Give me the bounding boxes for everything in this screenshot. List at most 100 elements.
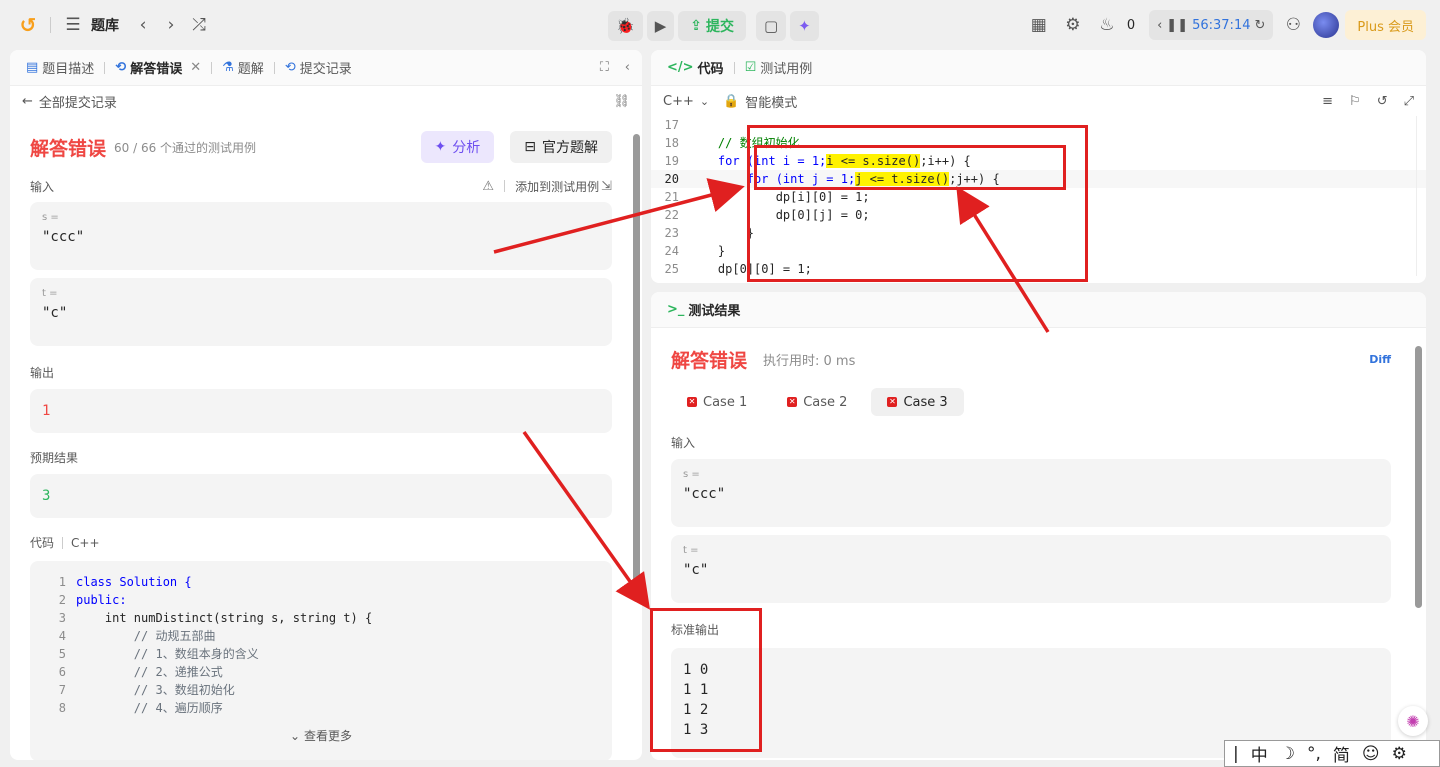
- shuffle-icon[interactable]: ⤮: [185, 11, 213, 39]
- streak-fire-icon[interactable]: ♨: [1093, 11, 1121, 39]
- plus-member-button[interactable]: Plus 会员: [1345, 10, 1426, 40]
- ai-brain-button[interactable]: ✺: [1398, 706, 1428, 736]
- code-line: 3 int numDistinct(string s, string t) {: [58, 611, 373, 625]
- terminal-icon: >_: [667, 302, 685, 317]
- mode-label[interactable]: 智能模式: [745, 92, 797, 111]
- tab-code[interactable]: </> 代码: [663, 58, 728, 77]
- tab-submissions[interactable]: ⟲ 提交记录: [281, 58, 356, 77]
- collapse-icon[interactable]: ‹: [625, 60, 630, 75]
- stdout-line: 1 2: [683, 702, 709, 718]
- avatar[interactable]: [1313, 12, 1340, 38]
- settings-icon[interactable]: ⚙: [1392, 744, 1407, 764]
- official-solution-button[interactable]: ⊟ 官方题解: [510, 131, 612, 163]
- tab-description[interactable]: ▤ 题目描述: [22, 58, 98, 77]
- case-tab-3[interactable]: ✕ Case 3: [871, 388, 964, 416]
- punctuation-icon[interactable]: °,: [1307, 744, 1321, 764]
- diff-toggle[interactable]: Diff: [1369, 353, 1391, 366]
- problem-list-icon[interactable]: ☰: [59, 11, 87, 39]
- see-more-button[interactable]: ⌄ 查看更多: [38, 727, 604, 744]
- chevron-down-icon[interactable]: ⌄: [700, 95, 709, 108]
- expand-icon[interactable]: ⤢: [1404, 94, 1414, 109]
- arrow-left-icon[interactable]: ←: [22, 94, 33, 109]
- checkbox-icon: ☑: [744, 60, 757, 75]
- history-icon: ⟲: [284, 60, 296, 75]
- var-value: "ccc": [683, 486, 726, 502]
- pause-icon[interactable]: ❚❚: [1166, 18, 1188, 33]
- add-friend-icon[interactable]: ⚇: [1279, 11, 1307, 39]
- tab-test-result[interactable]: >_ 测试结果: [663, 300, 744, 319]
- var-name: t =: [42, 288, 58, 299]
- bookmark-icon[interactable]: ⚐: [1349, 94, 1361, 109]
- tab-wrong-answer[interactable]: ⟲ 解答错误 ✕: [111, 58, 205, 77]
- input-box-t: t = "c": [30, 278, 612, 346]
- annotation-box-stdout: [650, 608, 762, 752]
- all-submissions-link[interactable]: 全部提交记录: [39, 92, 117, 111]
- var-name: s =: [683, 469, 700, 480]
- moon-icon[interactable]: ☽: [1280, 744, 1295, 764]
- next-problem-icon[interactable]: ›: [157, 11, 185, 39]
- ime-mode[interactable]: 中: [1251, 741, 1268, 766]
- result-scrollbar[interactable]: [1415, 346, 1422, 608]
- left-panel: ▤ 题目描述 ⟲ 解答错误 ✕ ⚗ 题解 ⟲ 提交记录 ⛶ ‹ ← 全部提交记录 ⛓ 解答…: [10, 50, 642, 760]
- tab-testcase[interactable]: ☑ 测试用例: [741, 58, 817, 77]
- case-tab-1[interactable]: ✕ Case 1: [671, 388, 763, 416]
- book-icon: ⊟: [524, 139, 536, 155]
- tab-solutions[interactable]: ⚗ 题解: [218, 58, 268, 77]
- history-icon: ⟲: [115, 60, 127, 75]
- emoji-icon[interactable]: ☺: [1362, 744, 1380, 764]
- left-scrollbar[interactable]: [633, 134, 640, 582]
- leetcode-logo-icon[interactable]: ↺: [14, 11, 42, 39]
- top-right-controls: ▦ ⚙ ♨ 0 ‹ ❚❚ 56:37:14 ↻ ⚇ Plus 会员: [1025, 10, 1426, 40]
- divider: [504, 180, 506, 192]
- language-select[interactable]: C++: [663, 94, 694, 109]
- ai-sparkle-button[interactable]: ✦: [790, 11, 819, 41]
- ime-handle[interactable]: |: [1233, 744, 1239, 764]
- result-input-t: t = "c": [671, 535, 1391, 603]
- submission-detail: 解答错误 60 / 66 个通过的测试用例 ✦ 分析 ⊟ 官方题解 输入 ⚠ 添加到…: [30, 130, 612, 760]
- back-bar: ← 全部提交记录 ⛓: [10, 86, 642, 116]
- code-line: 6 // 2、递推公式: [58, 665, 223, 679]
- settings-icon[interactable]: ⚙: [1059, 11, 1087, 39]
- prev-problem-icon[interactable]: ‹: [129, 11, 157, 39]
- timer-widget[interactable]: ‹ ❚❚ 56:37:14 ↻: [1149, 10, 1274, 40]
- note-button[interactable]: ▢: [755, 11, 787, 41]
- stdout-label: 标准输出: [671, 623, 720, 637]
- problem-bank-link[interactable]: 题库: [91, 15, 119, 35]
- fullscreen-icon[interactable]: ⛶: [600, 60, 609, 75]
- code-header: 代码 C++: [30, 534, 612, 551]
- fail-icon: ✕: [687, 397, 697, 407]
- result-input-s: s = "ccc": [671, 459, 1391, 527]
- var-name: s =: [42, 212, 59, 223]
- var-value: "c": [683, 562, 709, 578]
- run-button[interactable]: ▶: [646, 11, 675, 41]
- stdout-line: 1 3: [683, 722, 709, 738]
- debug-icon[interactable]: ⚠: [482, 179, 494, 194]
- link-icon[interactable]: ⛓: [613, 94, 630, 109]
- result-status-title: 解答错误: [671, 349, 748, 372]
- debug-button[interactable]: 🐞: [608, 11, 643, 41]
- add-to-testcase-link[interactable]: 添加到测试用例: [515, 178, 599, 195]
- reset-icon[interactable]: ↻: [1254, 18, 1265, 33]
- submit-button[interactable]: ⇪ 提交: [678, 11, 746, 41]
- analyze-button[interactable]: ✦ 分析: [420, 131, 495, 163]
- flask-icon: ⚗: [222, 60, 234, 75]
- layout-icon[interactable]: ▦: [1025, 11, 1053, 39]
- editor-toolbar: C++ ⌄ 🔒 智能模式 ≡ ⚐ ↺ ⤢: [651, 86, 1426, 116]
- left-tabs: ▤ 题目描述 ⟲ 解答错误 ✕ ⚗ 题解 ⟲ 提交记录 ⛶ ‹: [10, 50, 642, 86]
- case-tab-2[interactable]: ✕ Case 2: [771, 388, 863, 416]
- sparkle-icon: ✦: [434, 139, 447, 155]
- chevron-left-icon[interactable]: ‹: [1157, 18, 1162, 33]
- ime-width[interactable]: 简: [1333, 741, 1350, 766]
- editor-scrollbar[interactable]: [1416, 116, 1426, 276]
- divider: [273, 61, 275, 74]
- editor-tabs: </> 代码 ☑ 测试用例: [651, 50, 1426, 86]
- runtime: 执行用时: 0 ms: [763, 353, 856, 369]
- code-line: 5 // 1、数组本身的含义: [58, 647, 259, 661]
- format-icon[interactable]: ≡: [1322, 94, 1333, 109]
- close-icon[interactable]: ✕: [190, 60, 201, 75]
- submit-label: 提交: [705, 19, 734, 35]
- chevrons-down-icon: ⌄: [290, 729, 301, 743]
- expected-value: 3: [42, 488, 51, 504]
- code-label: 代码: [30, 536, 55, 550]
- undo-icon[interactable]: ↺: [1377, 94, 1388, 109]
